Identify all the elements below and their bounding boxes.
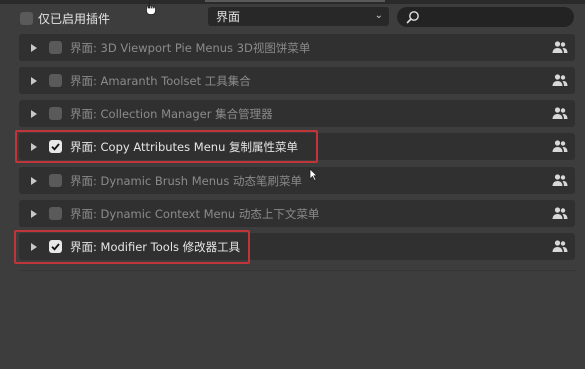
- addon-enable-checkbox[interactable]: [49, 207, 62, 220]
- addon-row[interactable]: 界面: Collection Manager 集合管理器: [19, 100, 575, 127]
- hand-cursor-icon: [146, 1, 156, 15]
- users-icon: [552, 74, 568, 86]
- addon-row[interactable]: 界面: Dynamic Brush Menus 动态笔刷菜单: [19, 167, 575, 194]
- addon-name: 界面: Copy Attributes Menu 复制属性菜单: [70, 139, 299, 154]
- addon-enable-checkbox[interactable]: [49, 74, 62, 87]
- users-icon: [552, 240, 568, 252]
- addon-enable-checkbox[interactable]: [49, 107, 62, 120]
- search-icon: [406, 11, 419, 24]
- category-dropdown[interactable]: 界面 ⌄: [208, 7, 389, 26]
- expand-triangle-icon[interactable]: [31, 209, 37, 218]
- addon-enable-checkbox[interactable]: [49, 41, 62, 54]
- enabled-only-filter[interactable]: 仅已启用插件: [20, 10, 110, 27]
- header-divider: [205, 0, 385, 2]
- addon-row[interactable]: 界面: Modifier Tools 修改器工具: [19, 233, 575, 260]
- addon-row[interactable]: 界面: 3D Viewport Pie Menus 3D视图饼菜单: [19, 34, 575, 61]
- addon-name: 界面: 3D Viewport Pie Menus 3D视图饼菜单: [70, 40, 311, 55]
- addon-name: 界面: Dynamic Brush Menus 动态笔刷菜单: [70, 173, 302, 188]
- expand-triangle-icon[interactable]: [31, 109, 37, 118]
- users-icon: [552, 140, 568, 152]
- addon-enable-checkbox[interactable]: [49, 140, 62, 153]
- mouse-pointer-icon: [309, 168, 318, 181]
- addon-enable-checkbox[interactable]: [49, 174, 62, 187]
- addon-row[interactable]: 界面: Amaranth Toolset 工具集合: [19, 67, 575, 94]
- addon-row[interactable]: 界面: Dynamic Context Menu 动态上下文菜单: [19, 200, 575, 227]
- users-icon: [552, 174, 568, 186]
- expand-triangle-icon[interactable]: [31, 43, 37, 52]
- expand-triangle-icon[interactable]: [31, 142, 37, 151]
- enabled-only-label: 仅已启用插件: [38, 12, 111, 26]
- users-icon: [552, 207, 568, 219]
- category-value: 界面: [216, 10, 241, 24]
- search-input[interactable]: [397, 7, 574, 27]
- addon-name: 界面: Amaranth Toolset 工具集合: [70, 73, 251, 88]
- addon-row[interactable]: 界面: Copy Attributes Menu 复制属性菜单: [19, 133, 575, 160]
- enabled-only-checkbox[interactable]: [20, 12, 33, 25]
- addon-name: 界面: Collection Manager 集合管理器: [70, 106, 273, 121]
- users-icon: [552, 107, 568, 119]
- expand-triangle-icon[interactable]: [31, 242, 37, 251]
- users-icon: [552, 41, 568, 53]
- chevron-down-icon: ⌄: [374, 10, 383, 21]
- list-divider: [19, 270, 575, 271]
- addon-enable-checkbox[interactable]: [49, 240, 62, 253]
- expand-triangle-icon[interactable]: [31, 76, 37, 85]
- addon-name: 界面: Dynamic Context Menu 动态上下文菜单: [70, 206, 320, 221]
- expand-triangle-icon[interactable]: [31, 176, 37, 185]
- addon-name: 界面: Modifier Tools 修改器工具: [70, 239, 241, 254]
